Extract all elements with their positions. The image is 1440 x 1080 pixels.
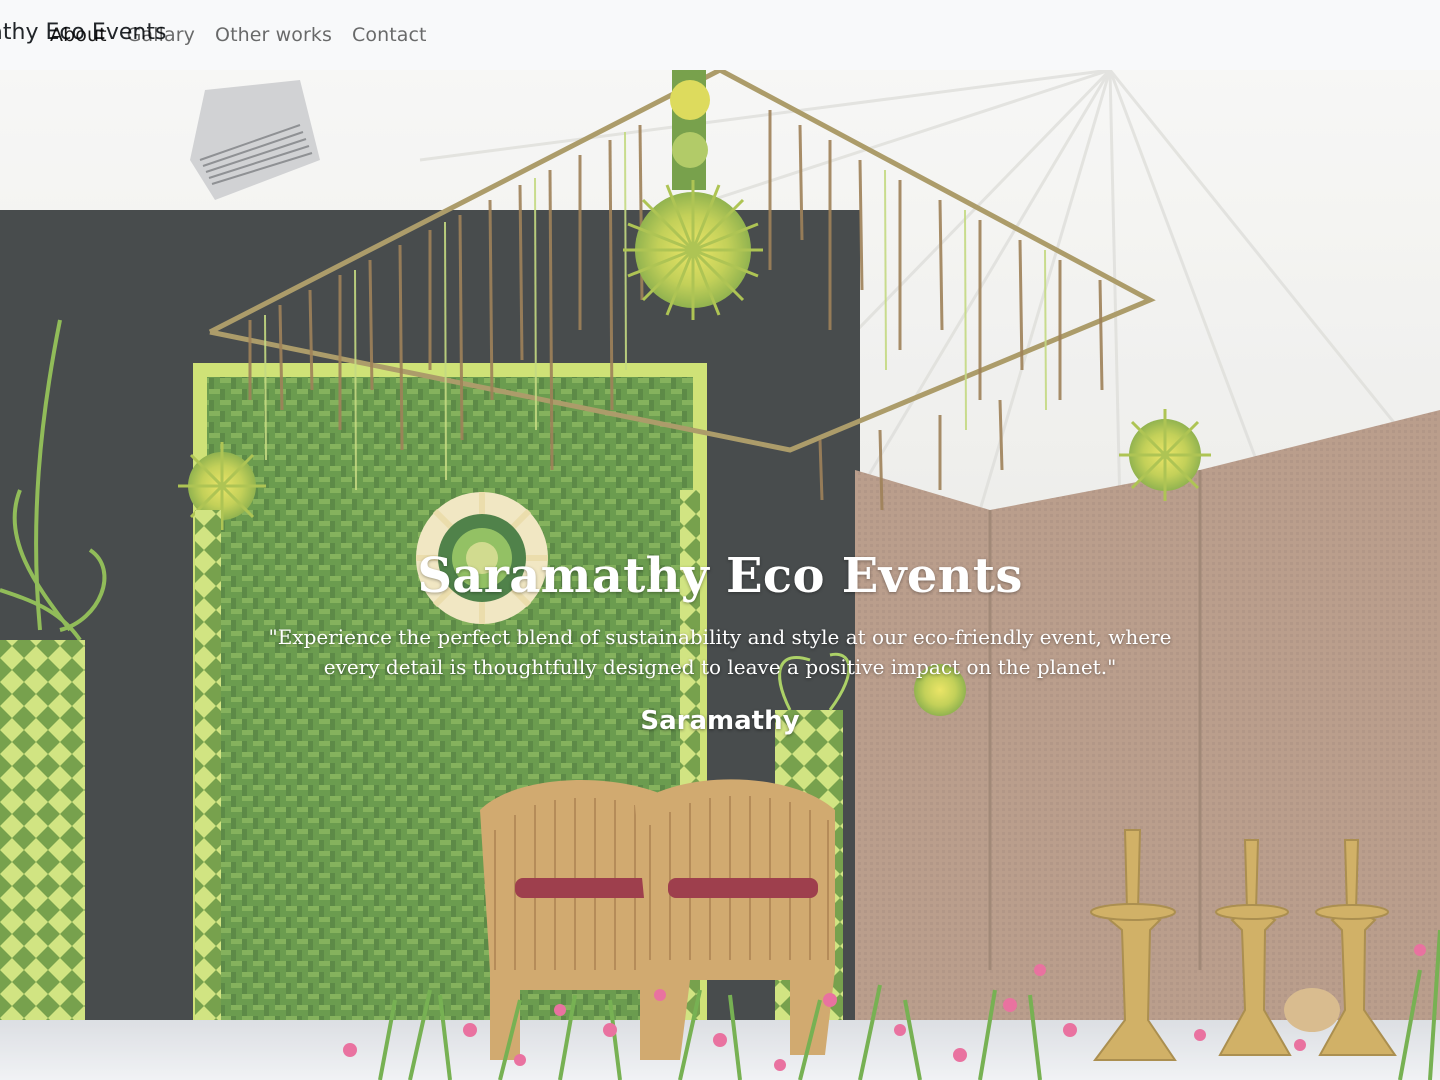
nav-link-contact[interactable]: Contact: [342, 24, 437, 46]
nav-links: About Gallary Other works Contact: [40, 0, 437, 70]
navbar: Saramathy Eco Events About Gallary Other…: [0, 0, 1440, 70]
nav-link-gallary[interactable]: Gallary: [117, 24, 205, 46]
hero-signature: Saramathy: [640, 706, 800, 736]
hero-title: Saramathy Eco Events: [417, 548, 1023, 604]
nav-link-about[interactable]: About: [40, 24, 117, 46]
nav-link-other-works[interactable]: Other works: [205, 24, 342, 46]
hero-section: Saramathy Eco Events "Experience the per…: [0, 70, 1440, 1080]
hero-quote: "Experience the perfect blend of sustain…: [268, 625, 1172, 679]
